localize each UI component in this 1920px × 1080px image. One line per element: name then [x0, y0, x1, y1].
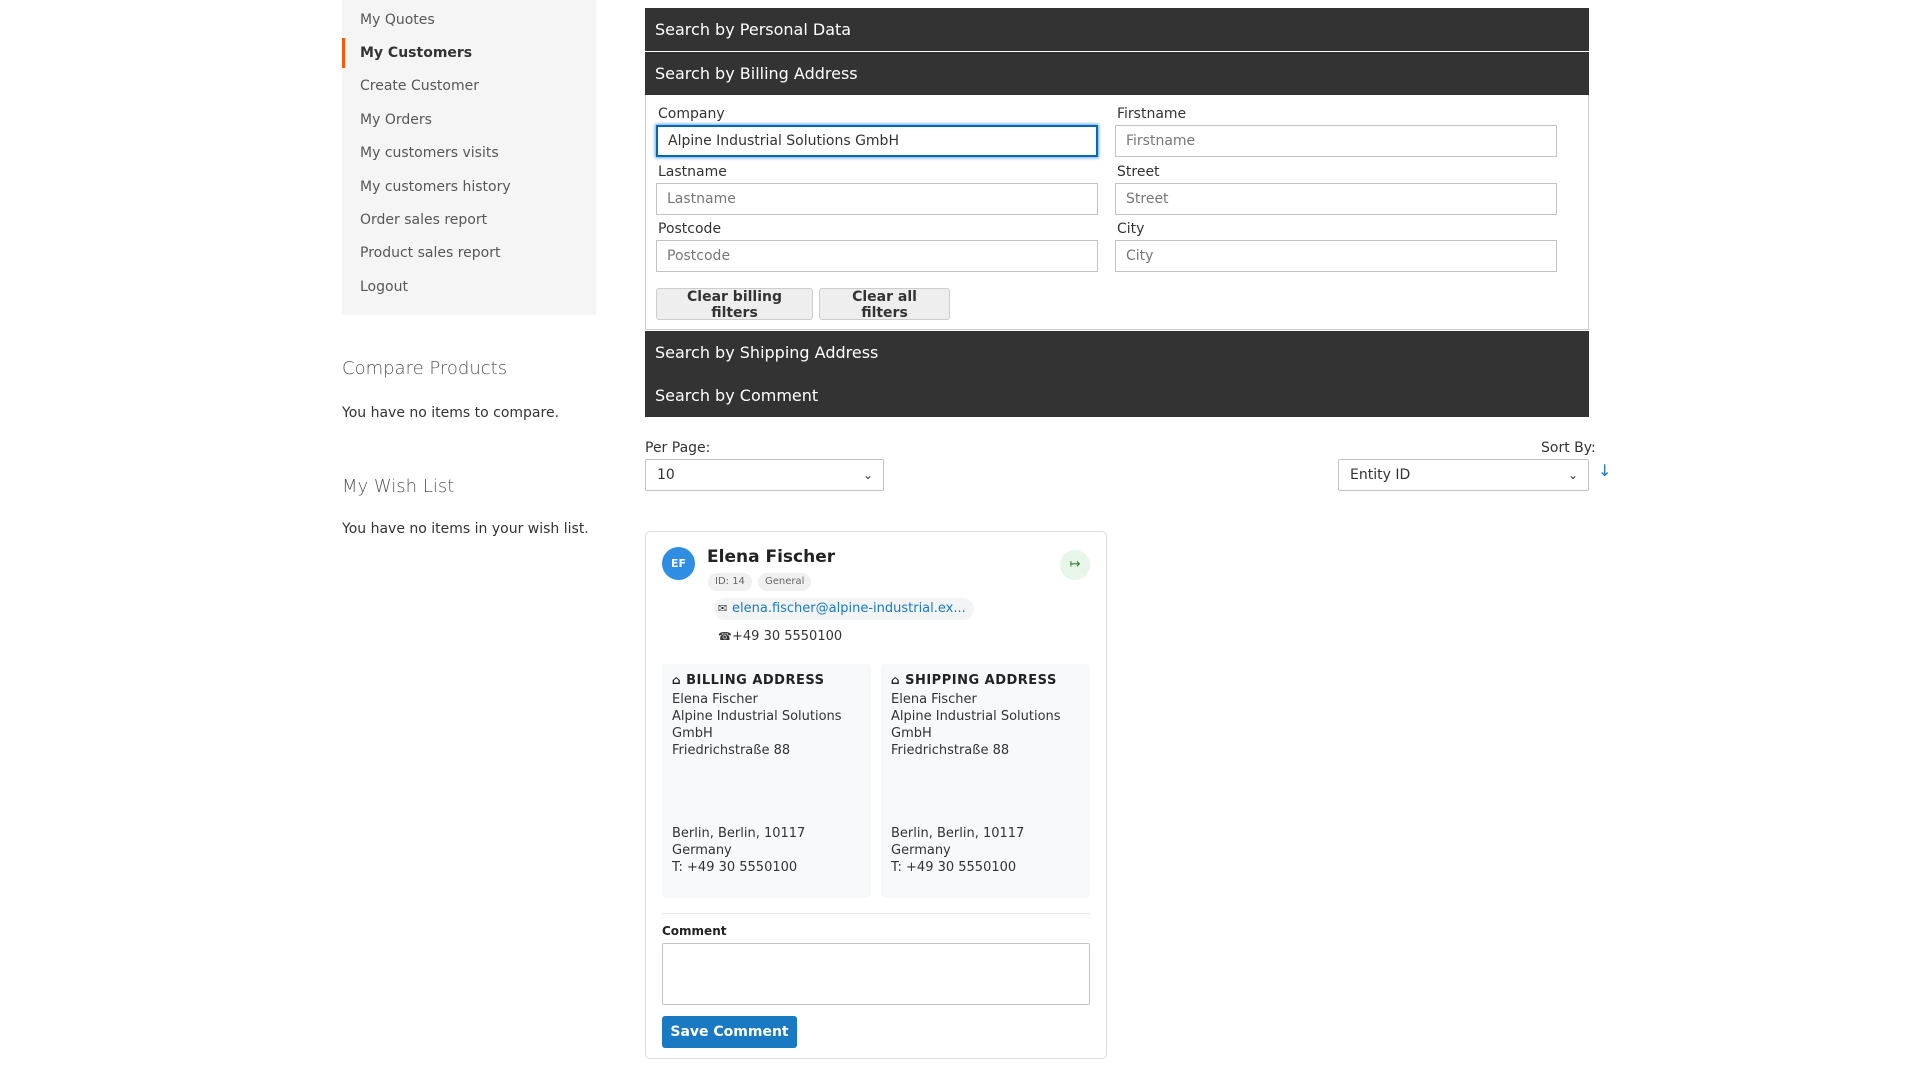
nav-item-logout[interactable]: Logout [342, 272, 596, 302]
company-label: Company [658, 106, 725, 122]
shipping-name: Elena Fischer [891, 692, 977, 707]
nav-item-customers-visits[interactable]: My customers visits [342, 138, 596, 168]
sort-direction-arrow-icon[interactable]: ↓ [1598, 461, 1611, 480]
customer-phone: ☎+49 30 5550100 [714, 626, 850, 648]
postcode-label: Postcode [658, 221, 722, 237]
chevron-down-icon: ⌄ [862, 468, 873, 482]
nav-item-my-quotes[interactable]: My Quotes [342, 5, 596, 35]
lastname-input[interactable] [656, 183, 1098, 215]
nav-item-create-customer[interactable]: Create Customer [342, 71, 596, 101]
lastname-label: Lastname [658, 164, 727, 180]
nav-item-product-sales-report[interactable]: Product sales report [342, 238, 596, 268]
per-page-label: Per Page: [645, 440, 711, 456]
avatar: EF [662, 547, 695, 580]
home-icon: ⌂ [672, 673, 682, 687]
account-nav: My Quotes My Customers Create Customer M… [342, 0, 596, 315]
comment-textarea[interactable] [662, 943, 1090, 1005]
company-input[interactable] [656, 125, 1098, 157]
wishlist-title: My Wish List [342, 476, 455, 497]
billing-street: Friedrichstraße 88 [672, 743, 791, 758]
billing-filter-panel: Company Firstname Lastname Street Postco… [645, 95, 1589, 330]
compare-products-title: Compare Products [342, 358, 508, 379]
accordion-comment[interactable]: Search by Comment [645, 374, 1589, 417]
login-as-customer-icon[interactable]: ↦ [1060, 550, 1090, 580]
accordion-shipping-address[interactable]: Search by Shipping Address [645, 331, 1589, 374]
shipping-city-line: Berlin, Berlin, 10117 [891, 826, 1025, 841]
clear-billing-filters-button[interactable]: Clear billing filters [656, 288, 813, 321]
nav-item-my-customers[interactable]: My Customers [342, 38, 596, 68]
wishlist-empty-text: You have no items in your wish list. [342, 521, 589, 537]
shipping-country: Germany [891, 843, 951, 858]
envelope-icon: ✉ [718, 602, 728, 615]
customer-name: Elena Fischer [707, 547, 836, 567]
shipping-address-title: SHIPPING ADDRESS [905, 673, 1057, 688]
nav-item-my-orders[interactable]: My Orders [342, 105, 596, 135]
shipping-phone: T: +49 30 5550100 [891, 860, 1017, 875]
clear-all-filters-button[interactable]: Clear all filters [819, 288, 950, 321]
accordion-personal-data[interactable]: Search by Personal Data [645, 8, 1589, 51]
home-icon: ⌂ [891, 673, 901, 687]
accordion-billing-address[interactable]: Search by Billing Address [645, 52, 1589, 95]
postcode-input[interactable] [656, 240, 1098, 272]
street-input[interactable] [1115, 183, 1557, 215]
nav-item-order-sales-report[interactable]: Order sales report [342, 205, 596, 235]
customer-email: elena.fischer@alpine-industrial.ex... [732, 601, 966, 616]
customer-card: EF Elena Fischer ID: 14 General ↦ ✉ elena… [645, 531, 1107, 1059]
billing-address-title: BILLING ADDRESS [686, 673, 825, 688]
sort-by-label: Sort By: [1541, 440, 1596, 456]
firstname-input[interactable] [1115, 125, 1557, 157]
customer-phone-number: +49 30 5550100 [732, 629, 843, 644]
billing-city-line: Berlin, Berlin, 10117 [672, 826, 806, 841]
sort-by-value: Entity ID [1350, 467, 1411, 483]
customer-group-badge: General [758, 573, 812, 591]
city-input[interactable] [1115, 240, 1557, 272]
per-page-select[interactable]: 10 ⌄ [645, 459, 884, 491]
comment-label: Comment [662, 924, 727, 938]
sort-by-select[interactable]: Entity ID ⌄ [1338, 459, 1589, 491]
chevron-down-icon: ⌄ [1567, 468, 1578, 482]
billing-phone: T: +49 30 5550100 [672, 860, 798, 875]
billing-country: Germany [672, 843, 732, 858]
customer-id-badge: ID: 14 [708, 573, 752, 591]
card-divider [662, 913, 1090, 914]
billing-address-box: ⌂ BILLING ADDRESS Elena Fischer Alpine In… [662, 664, 871, 898]
firstname-label: Firstname [1117, 106, 1187, 122]
phone-icon: ☎ [718, 630, 732, 643]
street-label: Street [1117, 164, 1160, 180]
billing-name: Elena Fischer [672, 692, 758, 707]
city-label: City [1117, 221, 1145, 237]
per-page-value: 10 [657, 467, 675, 483]
billing-company: Alpine Industrial Solutions GmbH [672, 709, 842, 741]
save-comment-button[interactable]: Save Comment [662, 1016, 797, 1048]
shipping-company: Alpine Industrial Solutions GmbH [891, 709, 1061, 741]
shipping-street: Friedrichstraße 88 [891, 743, 1010, 758]
compare-empty-text: You have no items to compare. [342, 405, 560, 421]
customer-email-link[interactable]: ✉ elena.fischer@alpine-industrial.ex... [714, 598, 974, 620]
shipping-address-box: ⌂ SHIPPING ADDRESS Elena Fischer Alpine I… [881, 664, 1090, 898]
nav-item-customers-history[interactable]: My customers history [342, 172, 596, 202]
